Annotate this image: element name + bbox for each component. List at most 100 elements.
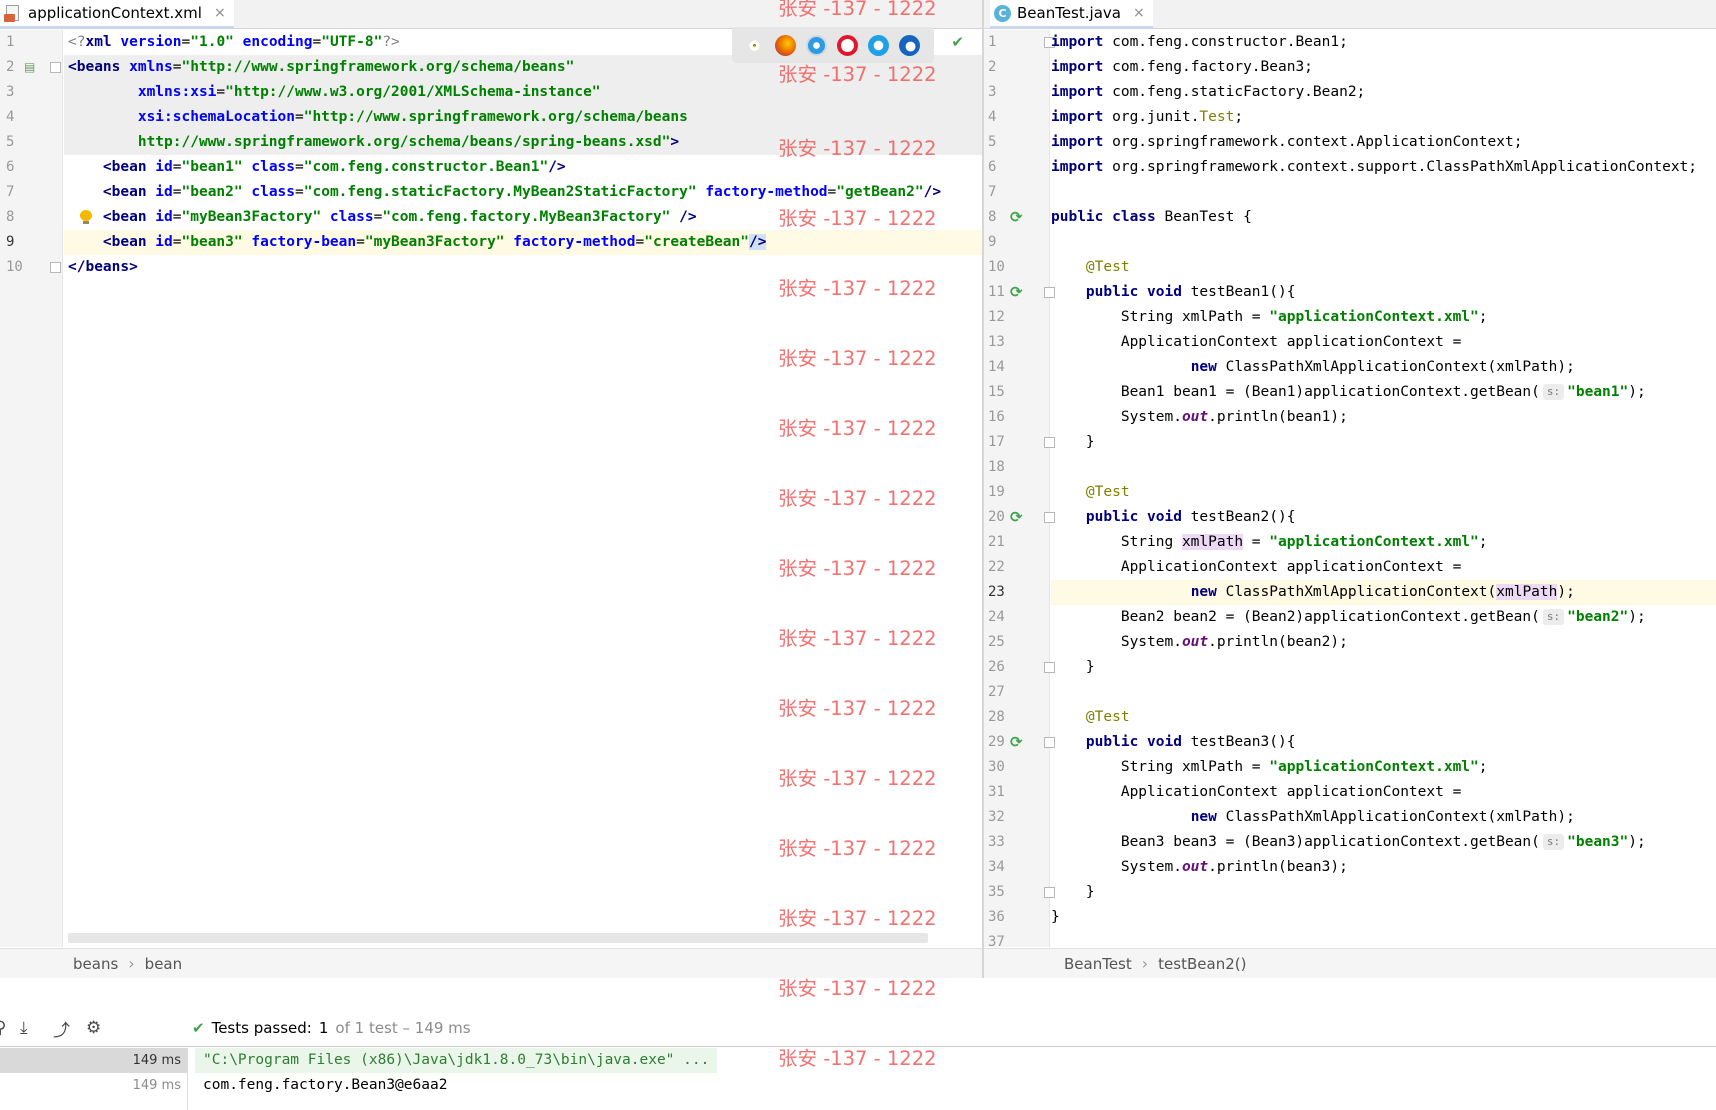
safari-icon[interactable]: [806, 34, 827, 56]
code-line[interactable]: import com.feng.staticFactory.Bean2;: [1051, 80, 1716, 105]
code-line[interactable]: public void testBean2(){: [1051, 505, 1716, 530]
export-icon[interactable]: ⤴: [53, 1016, 70, 1041]
breadcrumb-item[interactable]: beans: [73, 955, 118, 973]
java-code-area[interactable]: import com.feng.constructor.Bean1; import…: [1051, 30, 1716, 947]
code-token: com.feng.factory.Bean3;: [1103, 59, 1313, 75]
test-tree-row[interactable]: 149 ms: [0, 1048, 188, 1073]
code-token: xmlns: [120, 59, 173, 75]
code-line[interactable]: }: [1051, 880, 1716, 905]
xml-code-area[interactable]: <?xml version="1.0" encoding="UTF-8"?> <b…: [64, 30, 982, 947]
code-token: new: [1190, 359, 1217, 375]
code-line[interactable]: ApplicationContext applicationContext =: [1051, 780, 1716, 805]
code-line[interactable]: public class BeanTest {: [1051, 205, 1716, 230]
code-line[interactable]: import com.feng.factory.Bean3;: [1051, 55, 1716, 80]
code-line[interactable]: }: [1051, 905, 1716, 930]
code-token: "com.feng.constructor.Bean1": [303, 159, 549, 175]
code-line[interactable]: import org.springframework.context.suppo…: [1051, 155, 1716, 180]
breadcrumb-item[interactable]: testBean2(): [1158, 955, 1246, 973]
code-line[interactable]: String xmlPath = "applicationContext.xml…: [1051, 305, 1716, 330]
code-line[interactable]: xsi:schemaLocation="http://www.springfra…: [64, 105, 982, 130]
breadcrumb-item[interactable]: BeanTest: [1064, 955, 1132, 973]
code-token: @Test: [1085, 259, 1130, 275]
code-line[interactable]: System.out.println(bean2);: [1051, 630, 1716, 655]
code-line[interactable]: [1051, 180, 1716, 205]
code-token: org.springframework.context.support.Clas…: [1103, 159, 1698, 175]
ie-icon[interactable]: [868, 34, 889, 56]
code-line[interactable]: }: [1051, 655, 1716, 680]
code-line[interactable]: <bean id="bean1" class="com.feng.constru…: [64, 155, 982, 180]
code-line[interactable]: public void testBean1(){: [1051, 280, 1716, 305]
chrome-icon[interactable]: [744, 35, 765, 56]
code-line[interactable]: </beans>: [64, 255, 982, 280]
code-token: System.: [1051, 859, 1182, 875]
code-line[interactable]: Bean1 bean1 = (Bean1)applicationContext.…: [1051, 380, 1716, 405]
java-editor[interactable]: 1 2 3 4 5 6 7 8 9 10 11 12 13 14 15 16 17 18 19 20 21 22 23 24 2…: [984, 30, 1716, 947]
code-line[interactable]: String xmlPath = "applicationContext.xml…: [1051, 530, 1716, 555]
no-errors-check-icon: ✔: [951, 33, 964, 51]
run-test-icon[interactable]: ⟳: [1010, 730, 1023, 755]
line-number: 6: [988, 159, 997, 175]
tab-bean-test-java[interactable]: C BeanTest.java ×: [990, 0, 1153, 29]
code-token: com.feng.constructor.Bean1;: [1103, 34, 1348, 50]
line-number: 30: [988, 759, 1005, 775]
code-line[interactable]: [1051, 455, 1716, 480]
code-token: .println(bean3);: [1208, 859, 1348, 875]
close-tab-icon[interactable]: ×: [1133, 5, 1145, 21]
code-token: }: [1051, 434, 1095, 450]
code-token: @Test: [1085, 709, 1130, 725]
test-tree-row[interactable]: 149 ms: [0, 1073, 188, 1098]
code-line[interactable]: xmlns:xsi="http://www.w3.org/2001/XMLSch…: [64, 80, 982, 105]
code-line[interactable]: System.out.println(bean1);: [1051, 405, 1716, 430]
fold-icon[interactable]: [50, 262, 61, 273]
close-tab-icon[interactable]: ×: [214, 5, 226, 21]
code-line[interactable]: <bean id="myBean3Factory" class="com.fen…: [64, 205, 982, 230]
code-line[interactable]: [1051, 930, 1716, 947]
diff-icon[interactable]: ▤: [24, 55, 35, 80]
code-line[interactable]: Bean2 bean2 = (Bean2)applicationContext.…: [1051, 605, 1716, 630]
line-number: 3: [988, 84, 997, 100]
code-line[interactable]: [1051, 230, 1716, 255]
import-icon[interactable]: ⤓: [20, 1018, 28, 1038]
code-token: testBean2(){: [1181, 509, 1296, 525]
code-line[interactable]: Bean3 bean3 = (Bean3)applicationContext.…: [1051, 830, 1716, 855]
code-line[interactable]: }: [1051, 430, 1716, 455]
tab-application-context-xml[interactable]: applicationContext.xml ×: [0, 0, 234, 29]
code-line[interactable]: import com.feng.constructor.Bean1;: [1051, 30, 1716, 55]
code-line[interactable]: import org.springframework.context.Appli…: [1051, 130, 1716, 155]
code-line[interactable]: new ClassPathXmlApplicationContext(xmlPa…: [1051, 805, 1716, 830]
code-line[interactable]: String xmlPath = "applicationContext.xml…: [1051, 755, 1716, 780]
run-test-icon[interactable]: ⟳: [1010, 205, 1023, 230]
code-line[interactable]: System.out.println(bean3);: [1051, 855, 1716, 880]
code-line[interactable]: public void testBean3(){: [1051, 730, 1716, 755]
breadcrumb-item[interactable]: bean: [145, 955, 182, 973]
code-line[interactable]: [1051, 680, 1716, 705]
run-test-icon[interactable]: ⟳: [1010, 280, 1023, 305]
search-icon[interactable]: ⚲: [0, 1018, 6, 1038]
code-line[interactable]: http://www.springframework.org/schema/be…: [64, 130, 982, 155]
code-line[interactable]: ApplicationContext applicationContext =: [1051, 330, 1716, 355]
code-token: =: [172, 234, 182, 250]
fold-icon[interactable]: [50, 62, 61, 73]
horizontal-scrollbar[interactable]: [68, 933, 928, 943]
code-token: Bean1 bean1 = (Bean1)applicationContext.…: [1051, 384, 1540, 400]
code-token: testBean3(){: [1181, 734, 1296, 750]
code-line[interactable]: new ClassPathXmlApplicationContext(xmlPa…: [1051, 580, 1716, 605]
edge-icon[interactable]: [899, 34, 920, 56]
bulb-icon[interactable]: [80, 210, 92, 224]
code-line[interactable]: ApplicationContext applicationContext =: [1051, 555, 1716, 580]
java-gutter: 1 2 3 4 5 6 7 8 9 10 11 12 13 14 15 16 17 18 19 20 21 22 23 24 2…: [984, 30, 1055, 947]
code-line[interactable]: <bean id="bean3" factory-bean="myBean3Fa…: [64, 230, 982, 255]
code-line[interactable]: @Test: [1051, 480, 1716, 505]
settings-icon[interactable]: ⚙: [86, 1018, 101, 1038]
xml-editor[interactable]: 1 2 3 4 5 6 7 8 9 10 ▤ <?xml version="1.0" encodin…: [0, 30, 982, 947]
run-test-icon[interactable]: ⟳: [1010, 505, 1023, 530]
opera-icon[interactable]: [837, 34, 858, 56]
java-class-icon: C: [994, 4, 1011, 22]
code-line[interactable]: <bean id="bean2" class="com.feng.staticF…: [64, 180, 982, 205]
code-line[interactable]: @Test: [1051, 255, 1716, 280]
code-line[interactable]: new ClassPathXmlApplicationContext(xmlPa…: [1051, 355, 1716, 380]
code-line[interactable]: @Test: [1051, 705, 1716, 730]
firefox-icon[interactable]: [775, 34, 796, 56]
code-line[interactable]: import org.junit.Test;: [1051, 105, 1716, 130]
